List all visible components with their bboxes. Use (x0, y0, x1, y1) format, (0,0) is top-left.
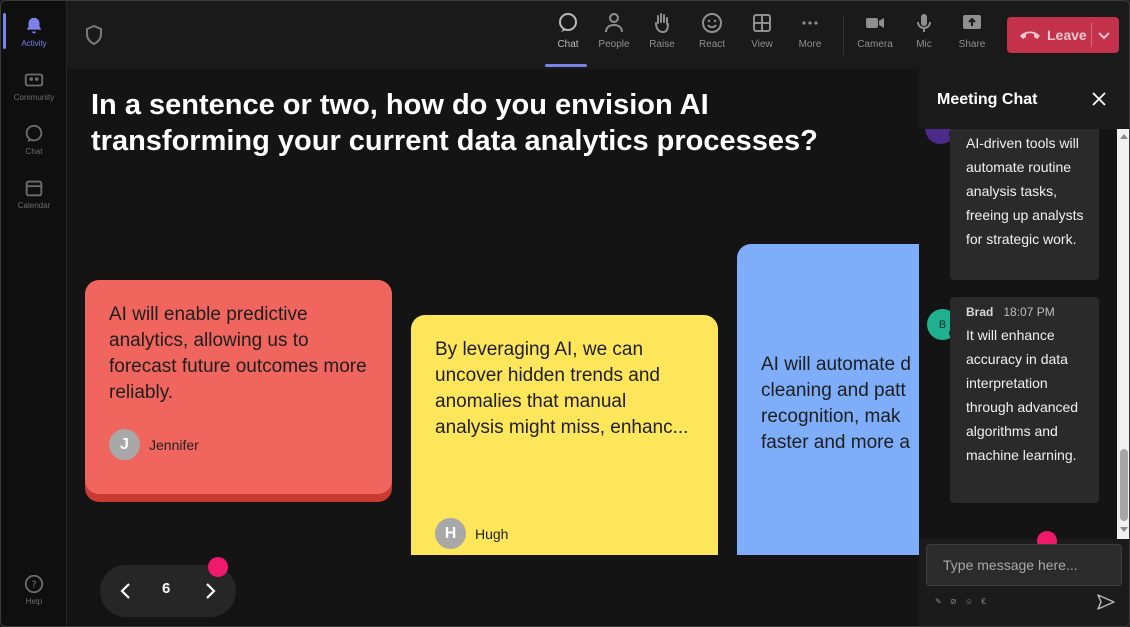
meeting-toolbar: Chat People Raise React View More Camera (67, 1, 1129, 69)
page-number: 6 (162, 580, 171, 597)
meeting-window: Activity Community Chat Calendar ? Help … (0, 0, 1130, 627)
chat-icon (559, 13, 577, 32)
scroll-down-icon[interactable] (1120, 527, 1128, 533)
smiley-icon (702, 13, 722, 33)
presentation-stage: In a sentence or two, how do you envisio… (67, 69, 927, 626)
rail-item-calendar[interactable]: Calendar (1, 169, 67, 219)
chat-button-label: Chat (557, 39, 579, 50)
chat-icon (25, 124, 43, 143)
rail-label: Community (13, 93, 55, 102)
shield-icon (86, 25, 102, 45)
response-card[interactable]: AI will automate d cleaning and patt rec… (737, 244, 927, 555)
response-text: AI will enable predictive analytics, all… (109, 304, 367, 403)
community-icon (24, 73, 44, 87)
sender-name: Brad (966, 305, 994, 319)
author-name: Hugh (475, 525, 509, 542)
send-icon[interactable] (1097, 593, 1115, 611)
chat-scrollbar[interactable] (1117, 129, 1129, 539)
mic-button-label: Mic (916, 39, 932, 50)
phone-hangup-icon (1020, 31, 1040, 39)
scroll-up-icon[interactable] (1120, 133, 1128, 139)
chat-title: Meeting Chat (937, 91, 1038, 108)
response-author: J Jennifer (109, 429, 199, 460)
camera-button[interactable]: Camera (852, 11, 898, 65)
compose-tools[interactable]: ✎ ⊘ ☺ € (935, 597, 989, 606)
chevron-left-icon[interactable] (116, 581, 136, 601)
message-text: It will enhance accuracy in data interpr… (966, 327, 1079, 463)
svg-text:?: ? (31, 580, 36, 591)
mic-button[interactable]: Mic (901, 11, 947, 65)
view-button-label: View (751, 39, 773, 50)
rail-item-help[interactable]: ? Help (1, 565, 67, 615)
message-text: AI-driven tools will automate routine an… (966, 135, 1084, 247)
message-input[interactable]: Type message here... (926, 544, 1122, 586)
grid-icon (753, 14, 771, 32)
people-button-label: People (598, 39, 630, 50)
rail-label: Chat (25, 147, 43, 156)
chat-header: Meeting Chat (919, 69, 1129, 129)
leave-divider (1091, 23, 1092, 47)
meeting-chat-panel: Meeting Chat AI-driven tools will automa… (919, 69, 1129, 626)
poll-question: In a sentence or two, how do you envisio… (91, 89, 818, 157)
toolbar-divider (843, 15, 844, 55)
response-text: By leveraging AI, we can uncover hidden … (435, 339, 689, 438)
rail-label: Help (25, 597, 43, 606)
chevron-right-icon[interactable] (200, 581, 220, 601)
response-text: AI will automate d cleaning and patt rec… (761, 354, 911, 453)
pointer-marker (208, 557, 228, 577)
more-button-label: More (798, 39, 822, 50)
help-icon: ? (24, 574, 44, 594)
close-icon[interactable] (1091, 91, 1107, 107)
react-button[interactable]: React (689, 11, 735, 65)
rail-item-community[interactable]: Community (1, 61, 67, 111)
author-name: Jennifer (149, 436, 199, 453)
share-button[interactable]: Share (949, 11, 995, 65)
view-button[interactable]: View (739, 11, 785, 65)
rail-label: Calendar (17, 201, 51, 210)
share-button-label: Share (958, 39, 986, 50)
scrollbar-thumb[interactable] (1120, 449, 1128, 521)
share-icon (963, 15, 981, 29)
mic-icon (917, 14, 931, 32)
hand-icon (655, 13, 669, 34)
response-author: H Hugh (435, 518, 508, 549)
chat-button[interactable]: Chat (545, 11, 591, 67)
chat-message[interactable]: Brad 18:07 PM It will enhance accuracy in… (950, 297, 1099, 503)
calendar-icon (25, 180, 43, 197)
rail-label: Activity (21, 39, 47, 48)
avatar: J (109, 429, 140, 460)
rail-item-chat[interactable]: Chat (1, 115, 67, 165)
response-card[interactable]: AI will enable predictive analytics, all… (85, 280, 392, 494)
raise-hand-button[interactable]: Raise (639, 11, 685, 65)
more-button[interactable]: More (787, 11, 833, 65)
camera-icon (866, 18, 884, 28)
camera-button-label: Camera (857, 39, 893, 50)
leave-button[interactable]: Leave (1007, 17, 1119, 53)
rail-item-activity[interactable]: Activity (1, 7, 67, 57)
leave-button-label: Leave (1047, 27, 1087, 43)
people-button[interactable]: People (591, 11, 637, 65)
raise-button-label: Raise (649, 39, 675, 50)
message-meta: Brad 18:07 PM (966, 303, 1085, 321)
react-button-label: React (698, 39, 726, 50)
chat-message-list: AI-driven tools will automate routine an… (919, 129, 1117, 539)
message-time: 18:07 PM (1003, 305, 1055, 319)
avatar: H (435, 518, 466, 549)
response-card[interactable]: By leveraging AI, we can uncover hidden … (411, 315, 718, 555)
people-icon (605, 13, 623, 33)
app-rail: Activity Community Chat Calendar ? Help (1, 1, 67, 626)
chevron-down-icon[interactable] (1097, 28, 1111, 42)
chat-message[interactable]: AI-driven tools will automate routine an… (950, 129, 1099, 280)
bell-icon (26, 17, 42, 34)
more-icon (802, 21, 818, 25)
